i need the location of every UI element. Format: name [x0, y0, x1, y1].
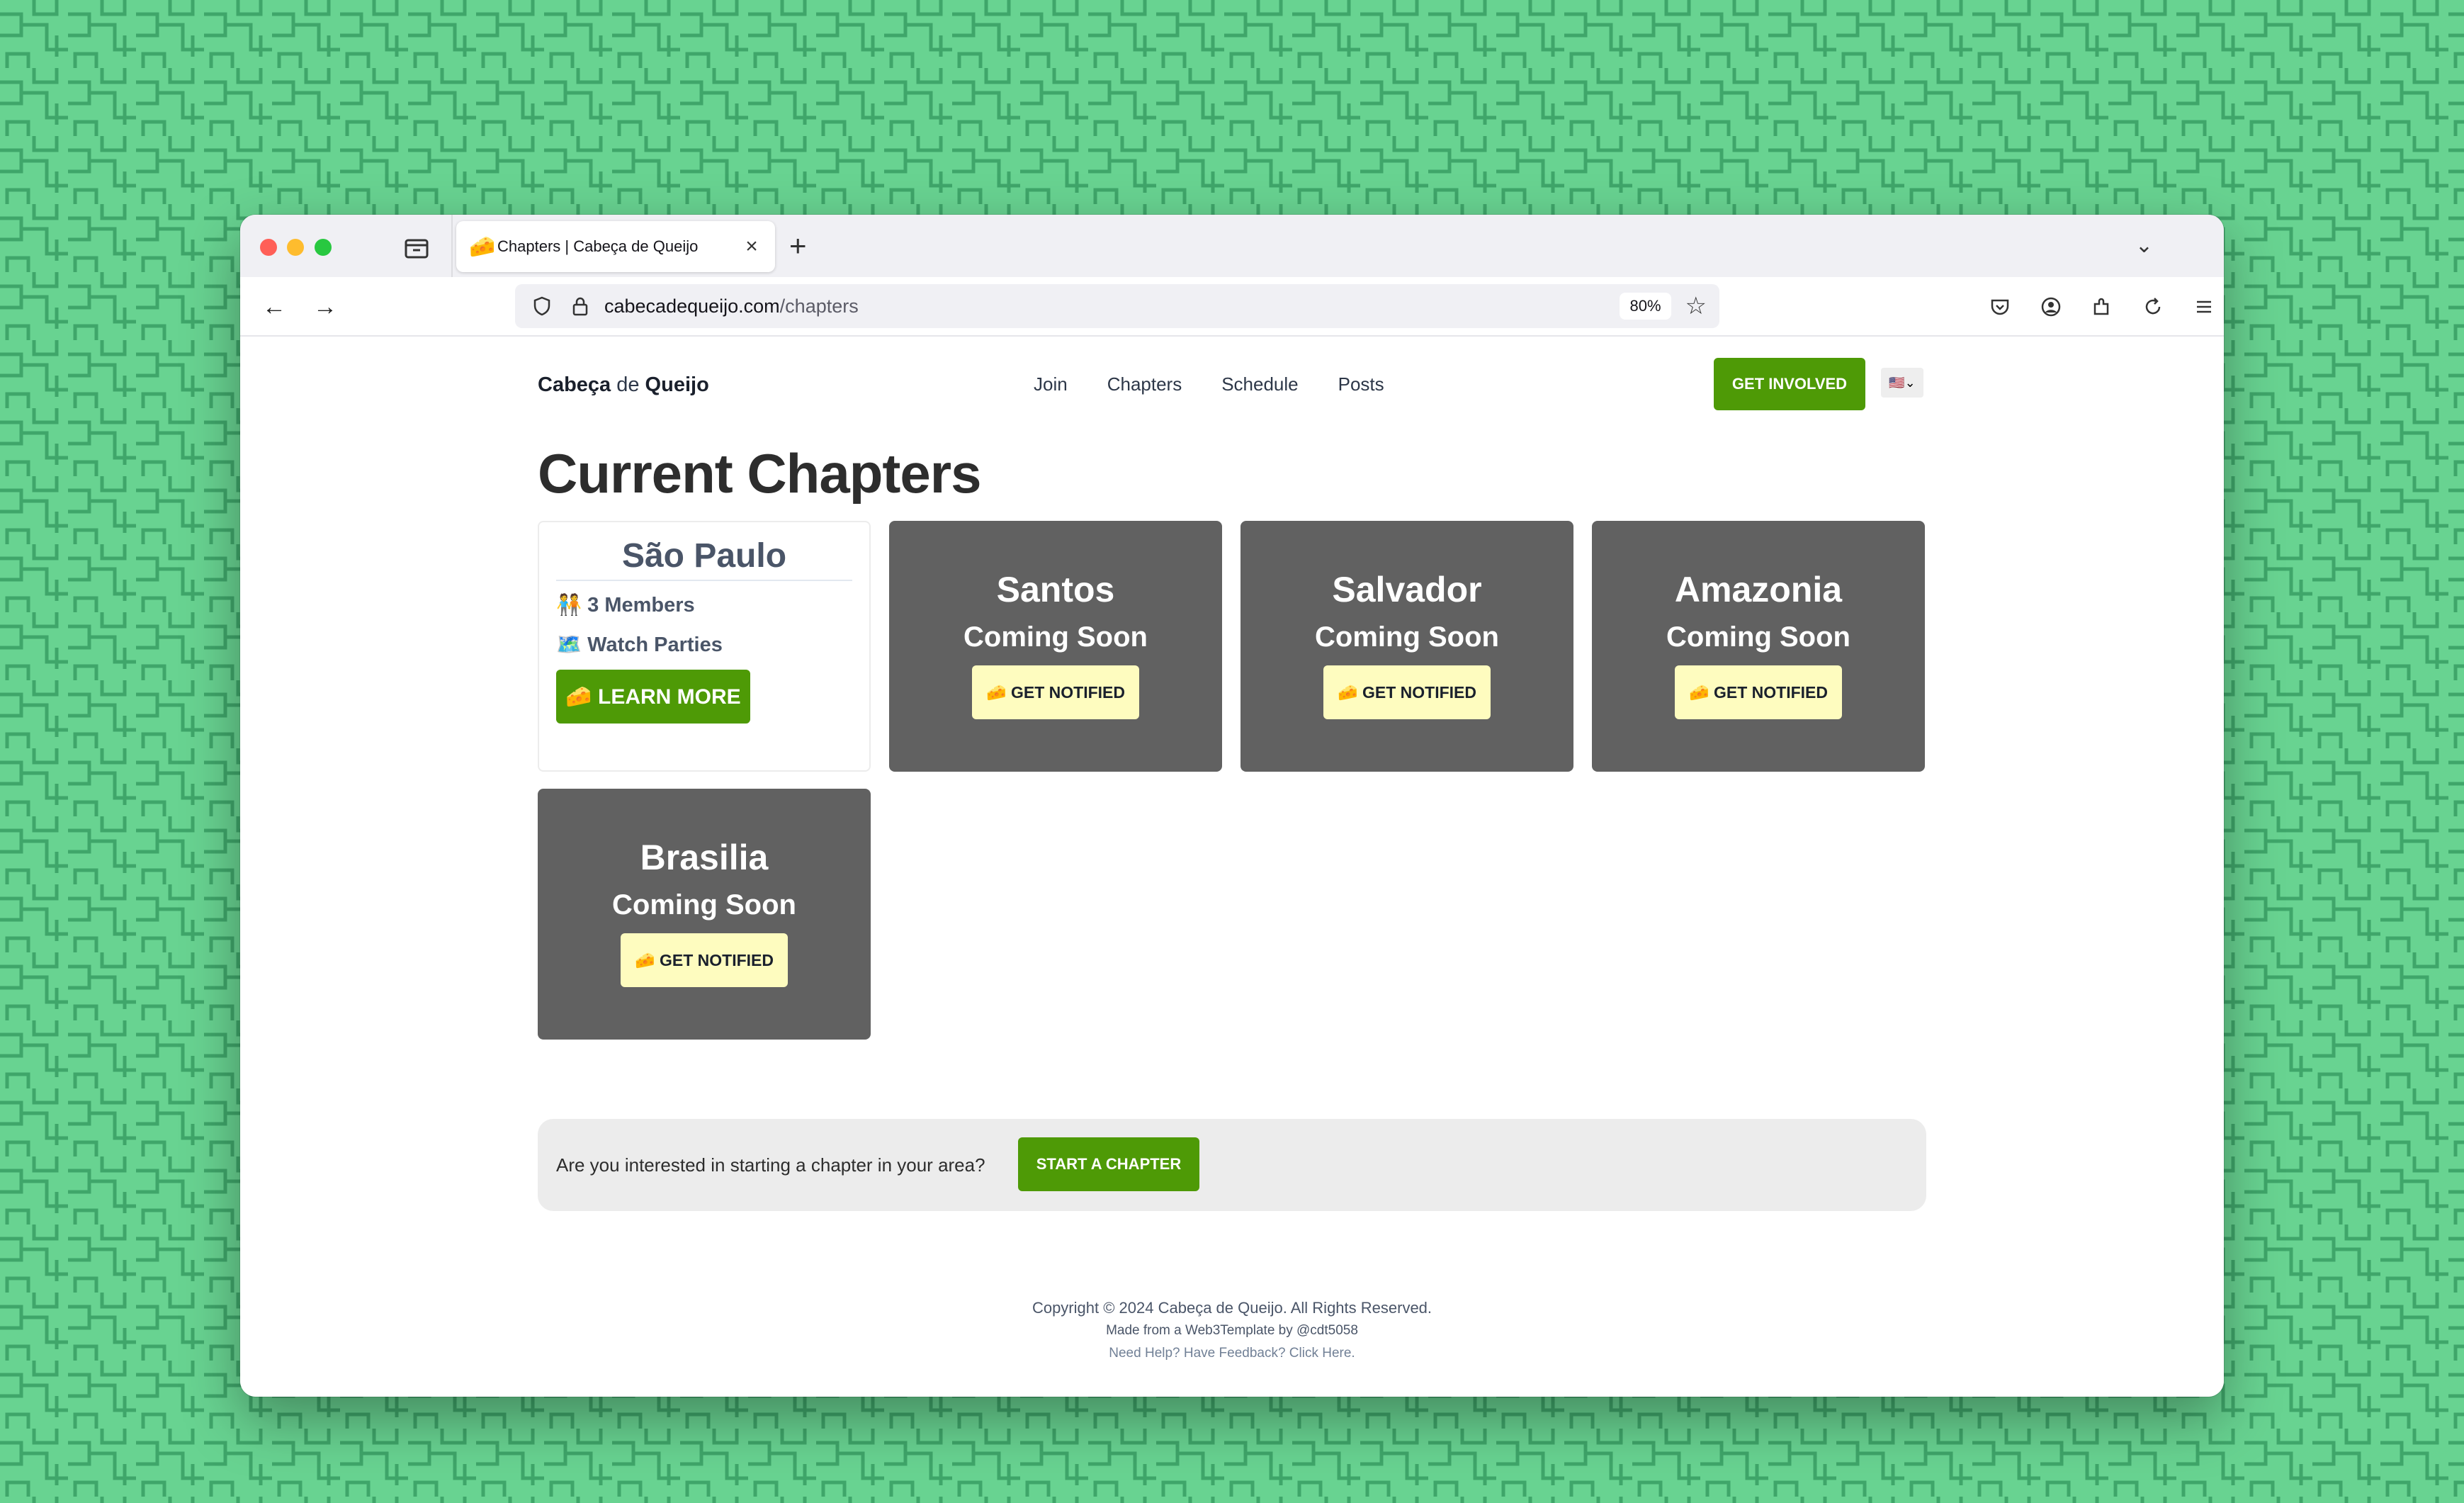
tab-separator — [451, 215, 453, 277]
get-involved-button[interactable]: GET INVOLVED — [1714, 358, 1865, 410]
chapter-status: Coming Soon — [612, 889, 796, 921]
start-chapter-banner: Are you interested in starting a chapter… — [538, 1119, 1926, 1211]
maximize-window-button[interactable] — [315, 239, 332, 256]
footer-made-by[interactable]: Made from a Web3Template by @cdt5058 — [240, 1323, 2224, 1339]
cheese-favicon-icon: 🧀 — [469, 235, 496, 259]
footer-help-link[interactable]: Need Help? Have Feedback? Click Here. — [240, 1346, 2224, 1361]
tab-bar: 🧀 Chapters | Cabeça de Queijo × + ⌄ — [240, 215, 2224, 277]
page-title: Current Chapters — [538, 442, 981, 505]
list-all-tabs-chevron-icon[interactable]: ⌄ — [2135, 233, 2153, 258]
url-path: /chapters — [779, 295, 859, 317]
brand-end: Queijo — [639, 373, 709, 396]
back-arrow-icon[interactable]: ← — [260, 293, 288, 321]
close-window-button[interactable] — [260, 239, 277, 256]
address-bar[interactable]: cabecadequeijo.com/chapters 80% ☆ — [515, 284, 1719, 328]
chapter-city: Santos — [996, 570, 1115, 609]
site-logo[interactable]: Cabeça de Queijo — [538, 373, 709, 397]
nav-chapters[interactable]: Chapters — [1107, 373, 1182, 395]
chapter-city: Brasilia — [640, 838, 769, 877]
brand-start: Cabeça — [538, 373, 617, 396]
url-text[interactable]: cabecadequeijo.com/chapters — [604, 295, 1620, 317]
chapter-city: Amazonia — [1674, 570, 1843, 609]
minimize-window-button[interactable] — [287, 239, 304, 256]
get-notified-button[interactable]: 🧀 GET NOTIFIED — [972, 665, 1139, 719]
start-chapter-button[interactable]: START A CHAPTER — [1018, 1137, 1199, 1191]
get-notified-button[interactable]: 🧀 GET NOTIFIED — [1675, 665, 1842, 719]
chapter-city: Salvador — [1332, 570, 1482, 609]
chapter-status: Coming Soon — [1315, 621, 1499, 653]
navigation-toolbar: ← → cabecadequeijo.com/chapters 80% ☆ — [240, 277, 2224, 337]
nav-posts[interactable]: Posts — [1338, 373, 1384, 395]
chevron-down-icon: ⌄ — [1904, 375, 1916, 390]
chapter-status: Coming Soon — [963, 621, 1148, 653]
brand-de: de — [616, 373, 640, 396]
close-tab-icon[interactable]: × — [741, 235, 762, 259]
forward-arrow-icon[interactable]: → — [311, 293, 339, 321]
cta-text: Are you interested in starting a chapter… — [556, 1154, 985, 1176]
tab-chapters[interactable]: 🧀 Chapters | Cabeça de Queijo × — [456, 221, 775, 272]
zoom-level-badge[interactable]: 80% — [1620, 293, 1671, 320]
shield-icon[interactable] — [528, 292, 556, 320]
reload-icon[interactable] — [2137, 291, 2169, 322]
language-select[interactable]: 🇺🇸 ⌄ — [1881, 368, 1923, 398]
extensions-icon[interactable] — [2086, 291, 2118, 322]
pocket-icon[interactable] — [1984, 291, 2016, 322]
chapter-card-salvador: Salvador Coming Soon 🧀 GET NOTIFIED — [1241, 521, 1573, 772]
us-flag-icon: 🇺🇸 — [1889, 375, 1905, 390]
url-domain: cabecadequeijo.com — [604, 295, 780, 317]
site-nav: Join Chapters Schedule Posts — [1034, 373, 1424, 395]
get-notified-button[interactable]: 🧀 GET NOTIFIED — [1323, 665, 1491, 719]
browser-window: 🧀 Chapters | Cabeça de Queijo × + ⌄ ← → … — [240, 215, 2224, 1397]
get-notified-button[interactable]: 🧀 GET NOTIFIED — [621, 933, 788, 987]
members-stat: 🧑‍🤝‍🧑 3 Members — [556, 594, 695, 617]
new-tab-icon[interactable]: + — [789, 229, 807, 263]
chapter-card-sao-paulo: São Paulo 🧑‍🤝‍🧑 3 Members 🗺️ Watch Parti… — [538, 521, 871, 772]
account-icon[interactable] — [2035, 291, 2067, 322]
chapter-status: Coming Soon — [1666, 621, 1850, 653]
footer-copyright: Copyright © 2024 Cabeça de Queijo. All R… — [1032, 1299, 1432, 1317]
chapter-card-santos: Santos Coming Soon 🧀 GET NOTIFIED — [889, 521, 1222, 772]
bookmark-star-icon[interactable]: ☆ — [1685, 292, 1707, 320]
chapter-card-amazonia: Amazonia Coming Soon 🧀 GET NOTIFIED — [1592, 521, 1925, 772]
activity-stat: 🗺️ Watch Parties — [556, 634, 723, 656]
nav-join[interactable]: Join — [1034, 373, 1068, 395]
tab-list-icon[interactable] — [402, 233, 431, 263]
nav-schedule[interactable]: Schedule — [1221, 373, 1298, 395]
learn-more-button[interactable]: 🧀 LEARN MORE — [556, 670, 750, 724]
chapter-card-brasilia: Brasilia Coming Soon 🧀 GET NOTIFIED — [538, 789, 871, 1040]
tab-title: Chapters | Cabeça de Queijo — [497, 237, 699, 255]
chapter-city: São Paulo — [556, 536, 852, 581]
hamburger-menu-icon[interactable] — [2188, 291, 2220, 322]
lock-icon[interactable] — [566, 292, 594, 320]
site-header: Cabeça de Queijo Join Chapters Schedule … — [538, 358, 1926, 415]
page-content: Cabeça de Queijo Join Chapters Schedule … — [240, 337, 2224, 1397]
